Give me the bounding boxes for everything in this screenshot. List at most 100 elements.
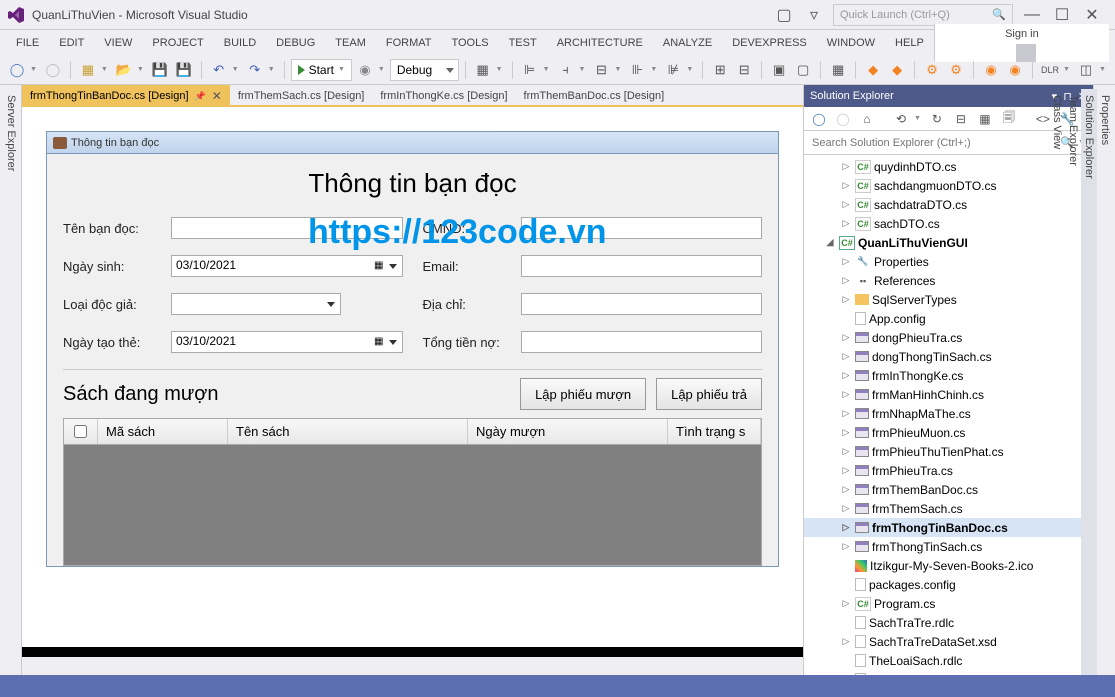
menu-tools[interactable]: TOOLS bbox=[441, 33, 498, 53]
expand-icon[interactable]: ▷ bbox=[840, 199, 852, 210]
menu-help[interactable]: HELP bbox=[885, 33, 934, 53]
close-tab-icon[interactable]: ✕ bbox=[212, 89, 222, 103]
expand-icon[interactable]: ▷ bbox=[840, 541, 852, 552]
properties-tab[interactable]: Properties bbox=[1097, 89, 1113, 691]
se-sync-icon[interactable]: ⟲ bbox=[890, 108, 912, 130]
undo-icon[interactable]: ↶ bbox=[208, 59, 230, 81]
input-ten[interactable] bbox=[171, 217, 403, 239]
nav-back-icon[interactable]: ◯ bbox=[6, 59, 28, 81]
expand-icon[interactable]: ▷ bbox=[840, 465, 852, 476]
h-spacing-icon[interactable]: ⊪ bbox=[626, 59, 648, 81]
maximize-icon[interactable]: ☐ bbox=[1047, 4, 1077, 26]
lap-phieu-muon-button[interactable]: Lập phiếu mượn bbox=[520, 378, 646, 410]
input-loai[interactable] bbox=[171, 293, 341, 315]
notifications-icon[interactable]: ▿ bbox=[799, 4, 829, 26]
se-search-input[interactable] bbox=[808, 135, 1060, 151]
v-spacing-icon[interactable]: ⊯ bbox=[662, 59, 684, 81]
se-back-icon[interactable]: ◯ bbox=[808, 108, 830, 130]
se-showall-icon[interactable]: ▦ bbox=[974, 108, 996, 130]
quick-launch-input[interactable]: Quick Launch (Ctrl+Q) 🔍 bbox=[833, 4, 1013, 26]
config-combo[interactable]: Debug bbox=[390, 59, 459, 81]
input-ngaytao[interactable]: 03/10/2021▦ bbox=[171, 331, 403, 353]
doc-tab[interactable]: frmInThongKe.cs [Design] bbox=[372, 85, 515, 107]
expand-icon[interactable]: ◢ bbox=[824, 237, 836, 248]
expand-icon[interactable]: ▷ bbox=[840, 180, 852, 191]
align-top-icon[interactable]: ⫞ bbox=[555, 59, 577, 81]
doc-tab[interactable]: frmThongTinBanDoc.cs [Design]📌✕ bbox=[22, 85, 230, 107]
se-copy-icon[interactable]: 🗐 bbox=[998, 108, 1020, 130]
input-tongtien[interactable] bbox=[521, 331, 763, 353]
expand-icon[interactable]: ▷ bbox=[840, 522, 852, 533]
grid-col-tensach[interactable]: Tên sách bbox=[228, 419, 468, 444]
expand-icon[interactable]: ▷ bbox=[840, 484, 852, 495]
lap-phieu-tra-button[interactable]: Lập phiếu trả bbox=[656, 378, 762, 410]
expand-icon[interactable]: ▷ bbox=[840, 370, 852, 381]
bring-front-icon[interactable]: ▣ bbox=[768, 59, 790, 81]
expand-icon[interactable]: ▷ bbox=[840, 332, 852, 343]
dx-icon-1[interactable]: ◆ bbox=[862, 59, 884, 81]
browser-select-icon[interactable]: ◉ bbox=[354, 59, 376, 81]
select-all-checkbox[interactable] bbox=[74, 425, 87, 438]
menu-team[interactable]: TEAM bbox=[325, 33, 376, 53]
grid-col-checkbox[interactable] bbox=[64, 419, 98, 444]
menu-file[interactable]: FILE bbox=[6, 33, 49, 53]
expand-icon[interactable]: ▷ bbox=[840, 161, 852, 172]
dx-skin-icon[interactable]: ◫ bbox=[1075, 59, 1097, 81]
menu-build[interactable]: BUILD bbox=[214, 33, 266, 53]
menu-test[interactable]: TEST bbox=[499, 33, 547, 53]
solution-explorer-tab[interactable]: Solution Explorer bbox=[1081, 89, 1097, 691]
expand-icon[interactable]: ▷ bbox=[840, 389, 852, 400]
pin-icon[interactable]: 📌 bbox=[195, 91, 206, 102]
menu-architecture[interactable]: ARCHITECTURE bbox=[547, 33, 653, 53]
grid-sach-muon[interactable]: Mã sách Tên sách Ngày mượn Tình trạng s bbox=[63, 418, 762, 566]
doc-tab[interactable]: frmThemBanDoc.cs [Design] bbox=[516, 85, 673, 107]
close-icon[interactable]: ✕ bbox=[1077, 4, 1107, 26]
menu-debug[interactable]: DEBUG bbox=[266, 33, 325, 53]
form-designer[interactable]: https://123code.vn Thông tin bạn đọc Thô… bbox=[22, 107, 803, 647]
expand-icon[interactable]: ▷ bbox=[840, 218, 852, 229]
menu-view[interactable]: VIEW bbox=[94, 33, 142, 53]
dx-icon-3[interactable]: ⚙ bbox=[921, 59, 943, 81]
team-explorer-tab[interactable]: Team Explorer bbox=[1065, 89, 1081, 691]
save-icon[interactable]: 💾 bbox=[149, 59, 171, 81]
se-collapse-icon[interactable]: ⊟ bbox=[950, 108, 972, 130]
menu-project[interactable]: PROJECT bbox=[142, 33, 213, 53]
center-h-icon[interactable]: ⊞ bbox=[709, 59, 731, 81]
same-width-icon[interactable]: ⊟ bbox=[590, 59, 612, 81]
feedback-icon[interactable]: ▢ bbox=[769, 4, 799, 26]
open-file-icon[interactable]: 📂 bbox=[113, 59, 135, 81]
grid-col-ngaymuon[interactable]: Ngày mượn bbox=[468, 419, 668, 444]
minimize-icon[interactable]: — bbox=[1017, 4, 1047, 26]
expand-icon[interactable]: ▷ bbox=[840, 427, 852, 438]
class-view-tab[interactable]: Class View bbox=[1049, 89, 1065, 691]
menu-analyze[interactable]: ANALYZE bbox=[653, 33, 722, 53]
server-explorer-tab[interactable]: Server Explorer bbox=[3, 89, 19, 691]
expand-icon[interactable]: ▷ bbox=[840, 294, 852, 305]
save-all-icon[interactable]: 💾 bbox=[173, 59, 195, 81]
expand-icon[interactable]: ▷ bbox=[840, 351, 852, 362]
align-left-icon[interactable]: ⊫ bbox=[519, 59, 541, 81]
toolbox-icon[interactable]: ▦ bbox=[472, 59, 494, 81]
redo-icon[interactable]: ↷ bbox=[244, 59, 266, 81]
dx-icon-2[interactable]: ◆ bbox=[886, 59, 908, 81]
dx-config-icon[interactable]: DLR bbox=[1039, 59, 1061, 81]
toolbox-tab[interactable]: Toolbox bbox=[0, 89, 3, 691]
input-email[interactable] bbox=[521, 255, 763, 277]
menu-window[interactable]: WINDOW bbox=[817, 33, 885, 53]
expand-icon[interactable]: ▷ bbox=[840, 503, 852, 514]
expand-icon[interactable]: ▷ bbox=[840, 256, 852, 267]
expand-icon[interactable]: ▷ bbox=[840, 598, 852, 609]
new-project-icon[interactable]: ▦ bbox=[77, 59, 99, 81]
expand-icon[interactable]: ▷ bbox=[840, 275, 852, 286]
expand-icon[interactable]: ▷ bbox=[840, 408, 852, 419]
doc-tab[interactable]: frmThemSach.cs [Design] bbox=[230, 85, 373, 107]
dx-icon-4[interactable]: ⚙ bbox=[945, 59, 967, 81]
dx-icon-6[interactable]: ◉ bbox=[1004, 59, 1026, 81]
input-cmnd[interactable] bbox=[521, 217, 763, 239]
menu-edit[interactable]: EDIT bbox=[49, 33, 94, 53]
sign-in-link[interactable]: Sign in bbox=[995, 24, 1049, 44]
center-v-icon[interactable]: ⊟ bbox=[733, 59, 755, 81]
form-window[interactable]: Thông tin bạn đọc Thông tin bạn đọc Tên … bbox=[46, 131, 779, 567]
input-ngaysinh[interactable]: 03/10/2021▦ bbox=[171, 255, 403, 277]
start-debug-button[interactable]: Start ▼ bbox=[291, 59, 352, 81]
